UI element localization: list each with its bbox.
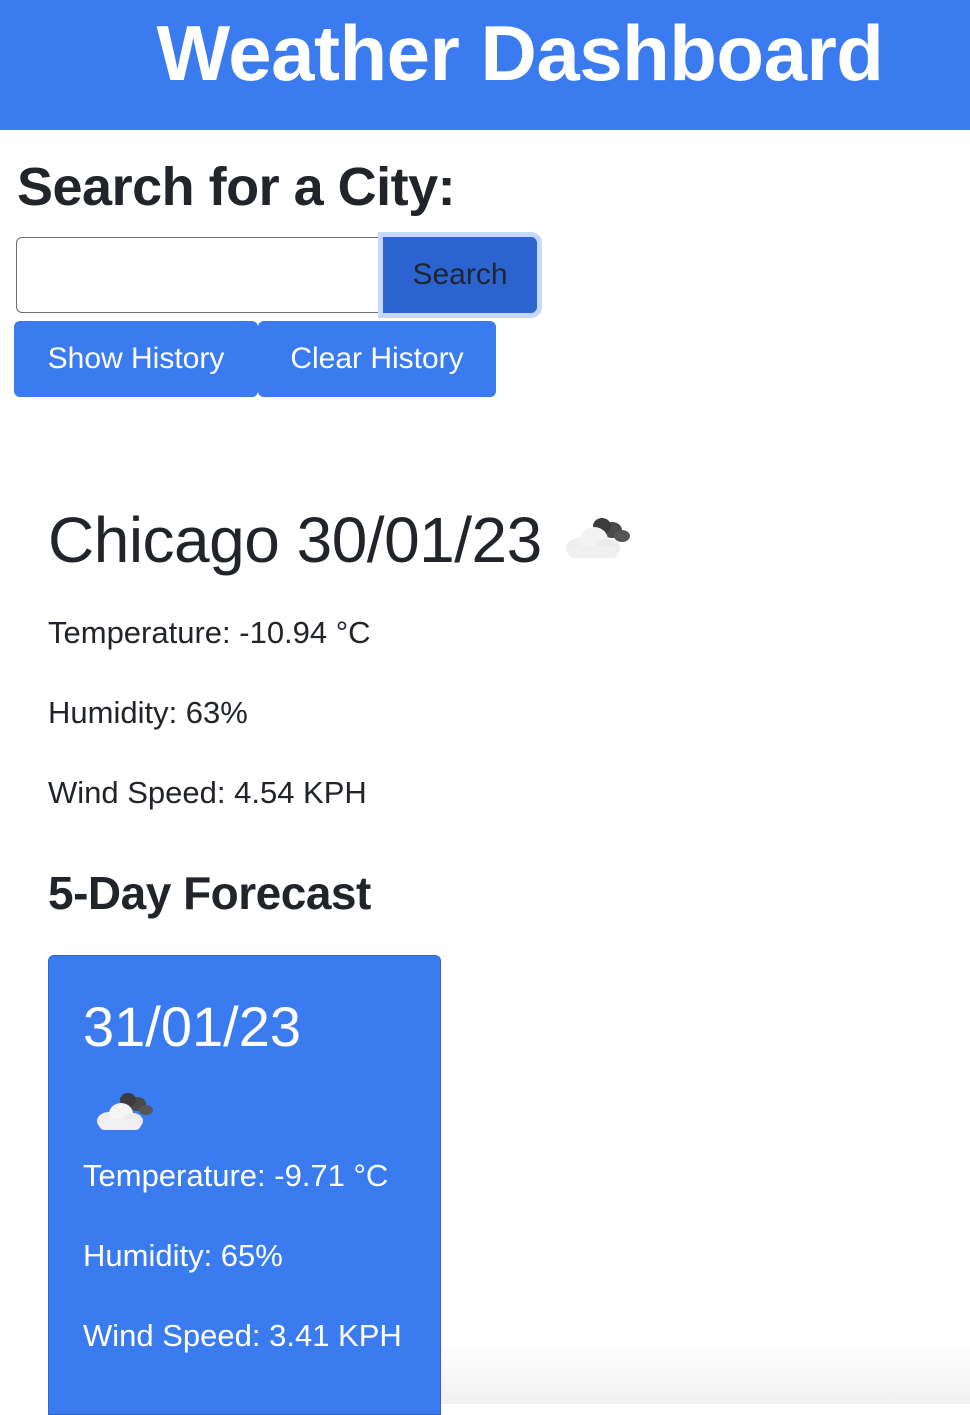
forecast-date: 31/01/23	[83, 995, 301, 1058]
search-heading: Search for a City:	[17, 157, 456, 217]
current-temperature: Temperature: -10.94 °C	[48, 615, 371, 650]
city-search-input[interactable]	[16, 237, 386, 313]
clear-history-button[interactable]: Clear History	[258, 321, 496, 397]
show-history-button[interactable]: Show History	[14, 321, 258, 397]
forecast-humidity: Humidity: 65%	[83, 1238, 283, 1273]
cloudy-icon	[91, 1088, 155, 1139]
current-humidity: Humidity: 63%	[48, 695, 248, 730]
city-date-text: Chicago 30/01/23	[48, 504, 542, 576]
page-header: Weather Dashboard	[0, 0, 970, 130]
page-title: Weather Dashboard	[156, 9, 884, 97]
current-wind-speed: Wind Speed: 4.54 KPH	[48, 775, 367, 810]
current-weather-heading: Chicago 30/01/23	[48, 503, 634, 577]
search-button[interactable]: Search	[383, 237, 537, 313]
forecast-temperature: Temperature: -9.71 °C	[83, 1158, 389, 1193]
cloudy-icon	[558, 503, 634, 577]
forecast-heading: 5-Day Forecast	[48, 867, 371, 919]
forecast-wind-speed: Wind Speed: 3.41 KPH	[83, 1318, 402, 1353]
bottom-fade	[441, 1340, 970, 1404]
forecast-card: 31/01/23 Temperature: -9.71 °C Humidity:…	[48, 955, 441, 1415]
